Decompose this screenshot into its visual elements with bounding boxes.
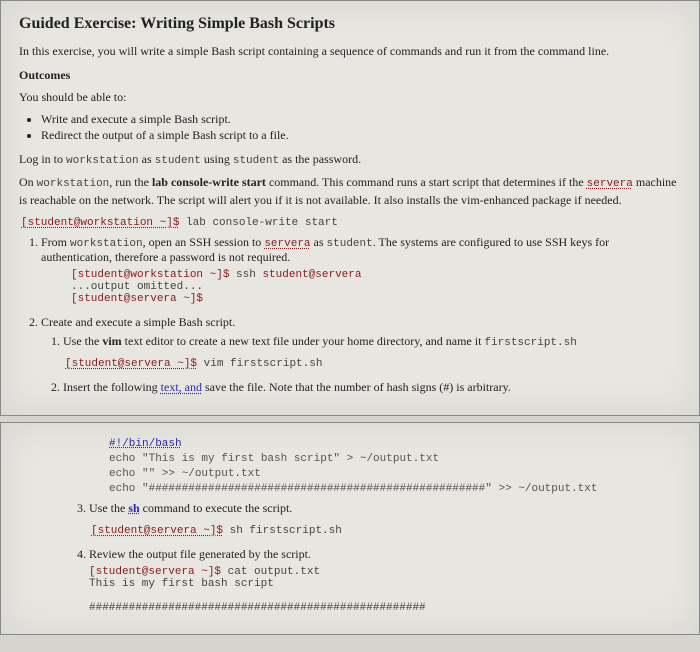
page-2: #!/bin/bash echo "This is my first bash … [0,422,700,634]
onws-instruction: On workstation, run the lab console-writ… [19,174,681,208]
step-2-3-command: [student@servera ~]$ sh firstscript.sh [91,522,681,537]
outcomes-list: Write and execute a simple Bash script. … [41,112,681,143]
top-command: [student@workstation ~]$ lab console-wri… [21,214,681,229]
outcome-item: Redirect the output of a simple Bash scr… [41,128,681,143]
step-2-4: Review the output file generated by the … [89,547,681,614]
outcomes-heading: Outcomes [19,67,681,83]
step-1: From workstation, open an SSH session to… [41,235,681,305]
steps-list: From workstation, open an SSH session to… [41,235,681,395]
step-2: Create and execute a simple Bash script.… [41,315,681,395]
step-2-1-command: [student@servera ~]$ vim firstscript.sh [65,355,681,370]
step-2-3: Use the sh command to execute the script… [89,501,681,537]
page-1: Guided Exercise: Writing Simple Bash Scr… [0,0,700,416]
step-1-terminal: [student@workstation ~]$ ssh student@ser… [71,269,681,305]
step-2-4-terminal: [student@servera ~]$ cat output.txt This… [89,566,681,614]
step-2-1: Use the vim text editor to create a new … [63,334,681,370]
outcome-item: Write and execute a simple Bash script. [41,112,681,127]
title: Guided Exercise: Writing Simple Bash Scr… [19,15,681,33]
step-2-substeps: Use the vim text editor to create a new … [63,334,681,395]
intro: In this exercise, you will write a simpl… [19,43,681,59]
script-content: #!/bin/bash echo "This is my first bash … [109,437,681,496]
step-2-substeps-cont: Use the sh command to execute the script… [89,501,681,614]
step-2-2: Insert the following text, and save the … [63,380,681,395]
login-instruction: Log in to workstation as student using s… [19,151,681,169]
outcomes-lead: You should be able to: [19,89,681,105]
